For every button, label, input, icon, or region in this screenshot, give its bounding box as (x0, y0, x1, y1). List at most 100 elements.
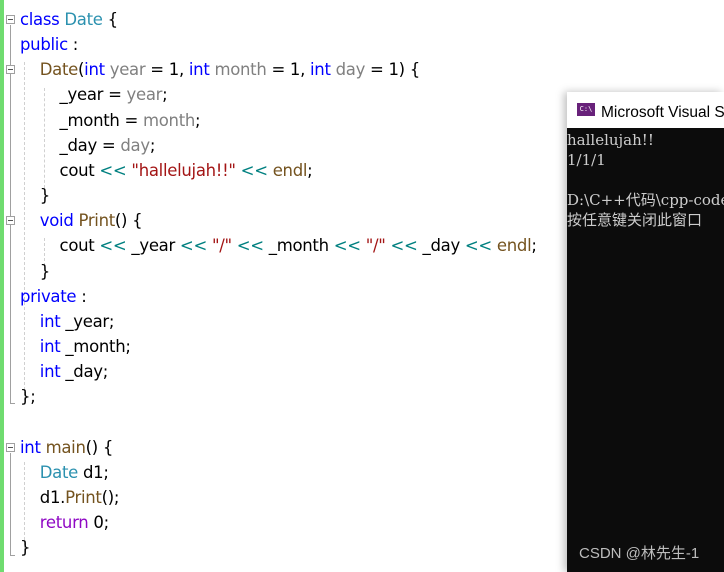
console-output-line: D:\C++代码\cpp-code (567, 191, 724, 209)
code-token: "/" (211, 236, 232, 256)
code-token: _day (417, 236, 465, 256)
code-token: year (126, 85, 163, 105)
code-token: << (99, 236, 127, 256)
code-token: _day = (20, 135, 121, 155)
code-token: << (179, 236, 207, 256)
code-token: month (142, 110, 196, 130)
code-token: int (39, 311, 61, 331)
code-token: _year = (20, 85, 127, 105)
console-titlebar[interactable]: C:\ Microsoft Visual Studio 调试控制台 (567, 92, 724, 128)
code-line[interactable]: cout << _year << "/" << _month << "/" <<… (20, 233, 537, 258)
code-token: }; (20, 387, 36, 407)
code-token: _day; (60, 362, 109, 382)
code-token: endl (496, 236, 532, 256)
code-token: 0; (88, 513, 109, 532)
fold-end (10, 555, 15, 556)
code-line[interactable]: d1.Print(); (20, 485, 120, 510)
collapse-print-icon[interactable] (6, 216, 15, 225)
code-token: ; (531, 236, 537, 256)
code-token: : (76, 286, 87, 306)
code-line[interactable]: cout << "hallelujah!!" << endl; (20, 158, 313, 183)
code-token: (); (101, 487, 120, 507)
code-token: private (20, 286, 77, 306)
code-token: int (188, 60, 210, 80)
code-token: << (99, 160, 127, 180)
code-token: _year (126, 236, 180, 256)
code-token: = 1, (145, 60, 189, 80)
code-token: () { (85, 437, 114, 457)
code-token: { (102, 10, 119, 29)
code-line[interactable]: void Print() { (20, 208, 143, 233)
code-token: day (330, 60, 366, 80)
code-token: int (310, 60, 331, 80)
code-token: int (20, 437, 41, 457)
code-line[interactable]: _day = day; (20, 133, 156, 158)
console-output-line: 1/1/1 (567, 151, 606, 169)
code-token: _month = (20, 110, 143, 130)
code-token: << (390, 236, 418, 256)
code-token: int (39, 336, 61, 356)
code-token: return (39, 513, 89, 532)
code-token: cout (20, 160, 100, 180)
code-token: ; (149, 135, 156, 155)
code-token: : (67, 35, 79, 55)
code-token: Date (39, 462, 79, 482)
code-token: day (120, 135, 150, 155)
code-token: "hallelujah!!" (131, 160, 236, 180)
code-token: _month (263, 236, 334, 256)
code-token: d1; (78, 462, 109, 482)
code-token: Date (20, 60, 79, 80)
code-token: = 1, (266, 60, 311, 80)
code-token: << (236, 236, 264, 256)
console-output-line: hallelujah!! (567, 131, 654, 149)
code-token: ; (307, 160, 313, 180)
code-token: month (209, 60, 267, 80)
code-line[interactable]: } (20, 535, 31, 560)
console-title: Microsoft Visual Studio 调试控制台 (601, 104, 724, 121)
code-line[interactable]: } (20, 259, 51, 284)
code-token: "/" (365, 236, 386, 256)
code-token: class (20, 10, 65, 29)
code-line[interactable]: } (20, 183, 51, 208)
debug-console-window[interactable]: C:\ Microsoft Visual Studio 调试控制台 hallel… (567, 92, 724, 572)
code-line[interactable]: }; (20, 384, 36, 409)
code-line[interactable]: Date d1; (20, 460, 109, 485)
code-line[interactable]: int _month; (20, 334, 131, 359)
csdn-watermark: CSDN @林先生-1 (579, 545, 700, 562)
collapse-constructor-icon[interactable] (6, 65, 15, 74)
code-token: endl (272, 160, 308, 180)
code-line[interactable]: _month = month; (20, 108, 201, 133)
code-token: cout (20, 236, 100, 256)
code-line[interactable]: int main() { (20, 435, 113, 460)
collapse-class-icon[interactable] (6, 15, 15, 24)
code-token: Print (78, 211, 115, 231)
code-line[interactable]: public : (20, 32, 78, 57)
code-line[interactable]: return 0; (20, 510, 109, 535)
code-token: year (104, 60, 146, 80)
console-output: hallelujah!! 1/1/1 D:\C++代码\cpp-code 按任意键关闭… (567, 130, 724, 230)
code-token: main (45, 437, 86, 457)
code-line[interactable]: int _day; (20, 359, 109, 384)
code-token: << (464, 236, 492, 256)
code-line[interactable]: _year = year; (20, 82, 168, 107)
code-token: } (20, 261, 51, 281)
code-token: public (20, 35, 68, 55)
collapse-main-icon[interactable] (6, 443, 15, 452)
code-line[interactable]: int _year; (20, 309, 115, 334)
code-token: Print (65, 487, 102, 507)
code-token: void (39, 211, 74, 231)
code-line[interactable]: Date(int year = 1, int month = 1, int da… (20, 57, 420, 82)
code-token: } (20, 186, 51, 206)
code-line[interactable]: class Date { (20, 7, 118, 32)
code-token: _month; (60, 336, 131, 356)
code-token: Date (64, 10, 103, 29)
code-line[interactable]: private : (20, 284, 87, 309)
fold-line (10, 25, 11, 403)
